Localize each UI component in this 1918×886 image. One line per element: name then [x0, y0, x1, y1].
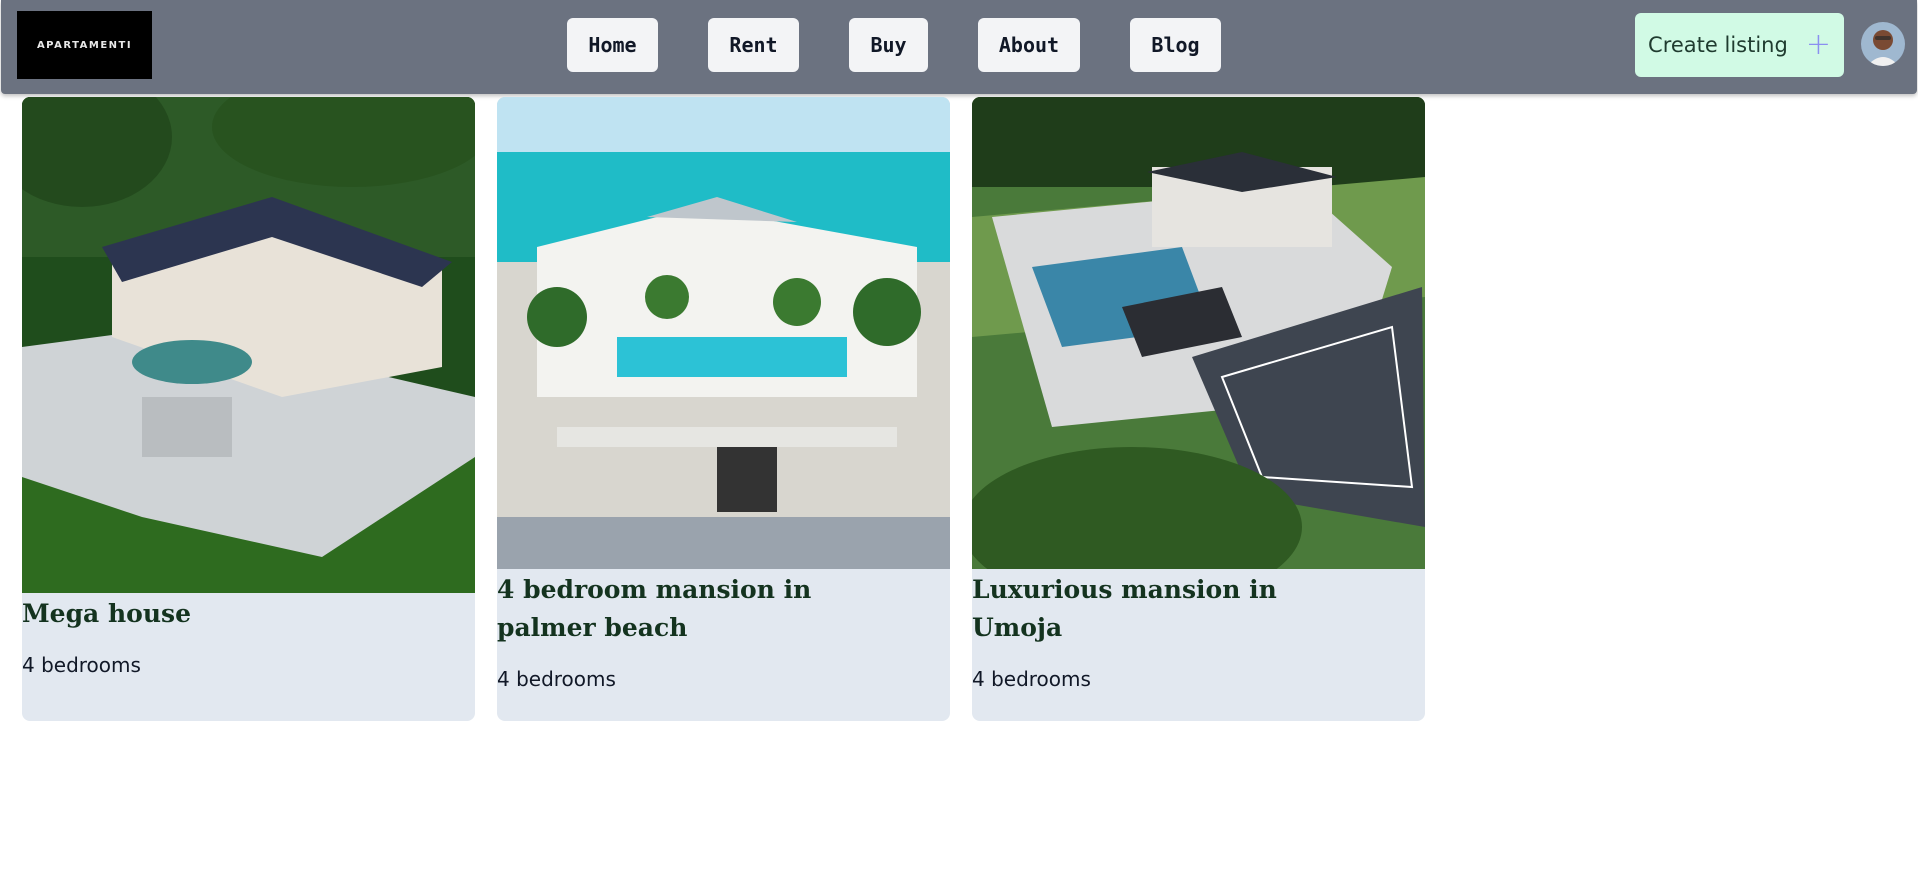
listing-card[interactable]: 4 bedroom mansion in palmer beach 4 bedr…	[497, 97, 950, 721]
nav-rent-button[interactable]: Rent	[708, 18, 799, 72]
top-navbar: APARTAMENTI Home Rent Buy About Blog Cre…	[1, 0, 1917, 94]
create-listing-button[interactable]: Create listing +	[1635, 13, 1844, 77]
nav-buy-button[interactable]: Buy	[849, 18, 928, 72]
listing-bedrooms: 4 bedrooms	[22, 653, 141, 677]
nav-blog-label: Blog	[1151, 33, 1200, 57]
avatar-icon	[1861, 22, 1905, 66]
listing-bedrooms: 4 bedrooms	[497, 667, 616, 691]
listing-title: Mega house	[22, 599, 191, 628]
nav-home-label: Home	[588, 33, 637, 57]
nav-buy-label: Buy	[870, 33, 907, 57]
listing-card[interactable]: Mega house 4 bedrooms	[22, 97, 475, 721]
listing-image-palmer-beach	[497, 97, 950, 569]
logo-text: APARTAMENTI	[36, 39, 133, 51]
nav-rent-label: Rent	[729, 33, 778, 57]
listing-title: 4 bedroom mansion in palmer beach	[497, 575, 812, 642]
listing-title: Luxurious mansion in Umoja	[972, 575, 1277, 642]
nav-blog-button[interactable]: Blog	[1130, 18, 1221, 72]
plus-icon: +	[1805, 27, 1831, 62]
user-avatar[interactable]	[1861, 22, 1905, 66]
nav-about-button[interactable]: About	[978, 18, 1080, 72]
listing-card[interactable]: Luxurious mansion in Umoja 4 bedrooms	[972, 97, 1425, 721]
listing-bedrooms: 4 bedrooms	[972, 667, 1091, 691]
listing-image-umoja	[972, 97, 1425, 569]
listing-image-mega-house	[22, 97, 475, 593]
create-listing-label: Create listing	[1648, 33, 1788, 57]
brand-logo[interactable]: APARTAMENTI	[17, 11, 152, 79]
nav-home-button[interactable]: Home	[567, 18, 658, 72]
nav-about-label: About	[998, 33, 1060, 57]
